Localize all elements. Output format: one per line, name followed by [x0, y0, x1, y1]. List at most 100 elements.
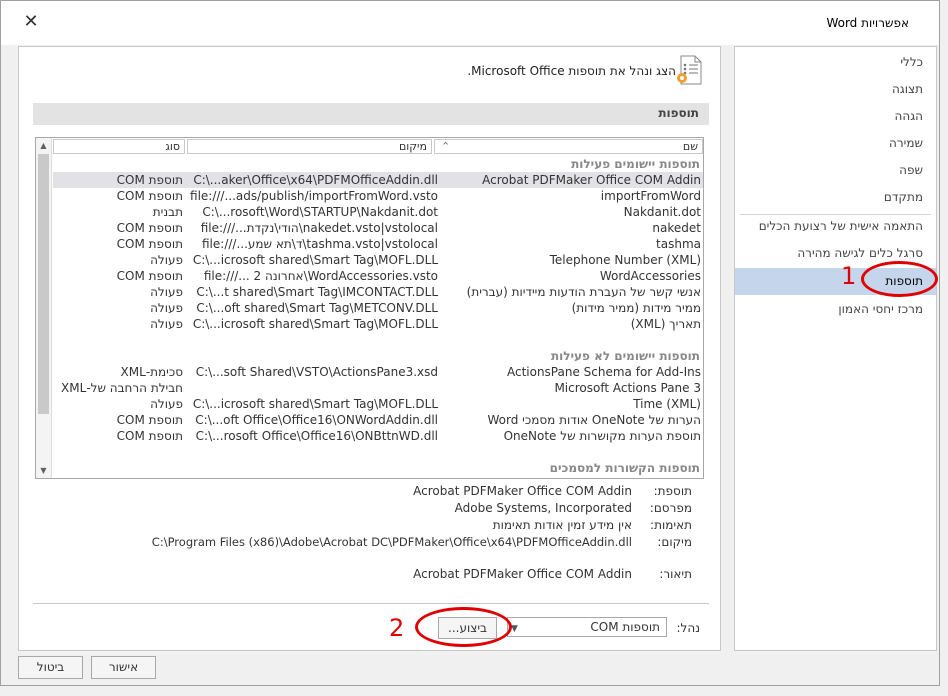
manage-selected-value: תוספות COM	[590, 620, 660, 634]
close-icon[interactable]: ✕	[21, 12, 41, 32]
row-location: C:\...icrosoft shared\Smart Tag\MOFL.DLL	[192, 253, 438, 267]
manage-label: נהל:	[676, 621, 700, 635]
nav-item-proofing[interactable]: הגהה	[735, 103, 936, 130]
annotation-ellipse-1	[861, 261, 938, 297]
table-row[interactable]: Microsoft Actions Pane 3 חבילת הרחבה של-…	[53, 380, 703, 396]
table-row[interactable]: Time (XML) C:\...icrosoft shared\Smart T…	[53, 396, 703, 412]
row-type: תוספת COM	[116, 269, 183, 283]
row-name: ממיר מידות (ממיר מידות)	[571, 301, 701, 315]
row-location: file:///... 2 אחרונה\WordAccessories.vst…	[203, 269, 438, 283]
row-location: file:///...הודי\נקדת\nakedet.vsto|vstolo…	[200, 221, 438, 235]
table-row[interactable]: Nakdanit.dot C:\...rosoft\Word\STARTUP\N…	[53, 204, 703, 220]
row-type: פעולה	[150, 253, 183, 267]
column-header-location[interactable]: מיקום	[187, 139, 432, 154]
table-row[interactable]: WordAccessories file:///... 2 אחרונה\Wor…	[53, 268, 703, 284]
row-name: Time (XML)	[633, 397, 701, 411]
row-location: C:\...rosoft Office\Office16\ONBttnWD.dl…	[195, 429, 438, 443]
table-row[interactable]: ActionsPane Schema for Add-Ins C:\...sof…	[53, 364, 703, 380]
nav-item-trust-center[interactable]: מרכז יחסי האמון	[735, 296, 936, 323]
column-header-type[interactable]: סוג	[53, 139, 185, 154]
detail-compat-label: תאימות:	[650, 518, 692, 532]
detail-desc-label: תיאור:	[659, 567, 692, 581]
annotation-number-2: 2	[389, 614, 405, 642]
detail-location-value: C:\Program Files (x86)\Adobe\Acrobat DC\…	[151, 535, 632, 549]
row-location: C:\...aker\Office\x64\PDFMOfficeAddin.dl…	[193, 173, 438, 187]
row-location: C:\...oft Office\Office16\ONWordAddin.dl…	[195, 413, 438, 427]
nav-item-customize-ribbon[interactable]: התאמה אישית של רצועת הכלים	[735, 213, 936, 240]
row-name: Nakdanit.dot	[623, 205, 701, 219]
row-type: תוספת COM	[116, 173, 183, 187]
row-type: חבילת הרחבה של-XML	[61, 381, 183, 395]
dialog-title: אפשרויות Word	[826, 16, 909, 30]
nav-item-language[interactable]: שפה	[735, 157, 936, 184]
row-name: תוספת הערות מקושרות של OneNote	[503, 429, 701, 443]
background-strip-right	[940, 0, 948, 696]
row-type: תוספת COM	[116, 189, 183, 203]
table-row[interactable]: nakedet file:///...הודי\נקדת\nakedet.vst…	[53, 220, 703, 236]
detail-location-label: מיקום:	[657, 535, 692, 549]
nav-item-display[interactable]: תצוגה	[735, 76, 936, 103]
title-bar: ✕ אפשרויות Word	[1, 1, 939, 45]
table-row[interactable]: tashma file:///...ד\תא שמע\tashma.vsto|v…	[53, 236, 703, 252]
scroll-up-icon[interactable]: ▲	[37, 139, 50, 152]
group-header-inactive: תוספות יישומים לא פעילות	[550, 349, 700, 363]
table-row[interactable]: אנשי קשר של העברת הודעות מיידיות (עברית)…	[53, 284, 703, 300]
manage-dropdown[interactable]: תוספות COM ▼	[507, 617, 667, 637]
row-name: אנשי קשר של העברת הודעות מיידיות (עברית)	[466, 285, 701, 299]
addins-header-text: הצג ונהל את תוספות Microsoft Office.	[467, 64, 676, 78]
row-name: Acrobat PDFMaker Office COM Addin	[482, 173, 701, 187]
row-name: WordAccessories	[599, 269, 701, 283]
row-type: תוספת COM	[116, 221, 183, 235]
sort-ascending-icon: ⌃	[441, 140, 451, 153]
word-options-dialog: ✕ אפשרויות Word כללי תצוגה הגהה שמירה שפ…	[0, 0, 940, 686]
detail-addin-value: Acrobat PDFMaker Office COM Addin	[413, 484, 632, 498]
row-location	[188, 380, 438, 396]
column-name-label: שם	[682, 140, 698, 153]
group-header-active: תוספות יישומים פעילות	[571, 157, 700, 171]
annotation-ellipse-2	[415, 607, 512, 647]
annotation-number-1: 1	[841, 262, 857, 290]
table-row[interactable]: Acrobat PDFMaker Office COM Addin C:\...…	[53, 172, 703, 188]
row-name: nakedet	[652, 221, 701, 235]
section-title: תוספות	[658, 106, 699, 120]
addins-pane: הצג ונהל את תוספות Microsoft Office. תוס…	[18, 46, 721, 651]
table-row[interactable]: תאריך (XML) C:\...icrosoft shared\Smart …	[53, 316, 703, 332]
scroll-thumb[interactable]	[38, 154, 49, 414]
cancel-button[interactable]: ביטול	[18, 656, 83, 679]
background-strip-bottom	[0, 686, 948, 696]
row-name: הערות של OneNote אודות מסמכי Word	[487, 413, 701, 427]
row-type: תוספת COM	[116, 237, 183, 251]
options-nav: כללי תצוגה הגהה שמירה שפה מתקדם התאמה אי…	[734, 46, 937, 651]
row-location: file:///...ד\תא שמע\tashma.vsto|vstoloca…	[202, 237, 438, 251]
nav-item-save[interactable]: שמירה	[735, 130, 936, 157]
detail-compat-value: אין מידע זמין אודות תאימות	[492, 518, 632, 532]
row-name: importFromWord	[600, 189, 701, 203]
row-location: C:\...icrosoft shared\Smart Tag\MOFL.DLL	[192, 397, 438, 411]
addins-list[interactable]: ▲ ▼ שם ⌃ מיקום סוג תוספות יישומים פעילות…	[35, 137, 704, 479]
column-header-name[interactable]: שם ⌃	[434, 139, 703, 154]
ok-button[interactable]: אישור	[91, 656, 156, 679]
detail-publisher-value: Adobe Systems, Incorporated	[454, 501, 632, 515]
row-type: פעולה	[150, 317, 183, 331]
row-type: תבנית	[152, 205, 183, 219]
row-location: C:\...t shared\Smart Tag\IMCONTACT.DLL	[196, 285, 438, 299]
row-type: פעולה	[150, 285, 183, 299]
table-row[interactable]: תוספת הערות מקושרות של OneNote C:\...ros…	[53, 428, 703, 444]
row-location: C:\...soft Shared\VSTO\ActionsPane3.xsd	[195, 365, 438, 379]
table-row[interactable]: הערות של OneNote אודות מסמכי Word C:\...…	[53, 412, 703, 428]
scroll-down-icon[interactable]: ▼	[37, 464, 50, 477]
row-type: פעולה	[150, 397, 183, 411]
table-row[interactable]: importFromWord file:///...ads/publish/im…	[53, 188, 703, 204]
table-row[interactable]: ממיר מידות (ממיר מידות) C:\...oft shared…	[53, 300, 703, 316]
detail-publisher-label: מפרסם:	[649, 501, 692, 515]
row-name: ActionsPane Schema for Add-Ins	[506, 365, 701, 379]
row-location: file:///...ads/publish/importFromWord.vs…	[190, 189, 438, 203]
nav-item-general[interactable]: כללי	[735, 49, 936, 76]
nav-item-advanced[interactable]: מתקדם	[735, 184, 936, 211]
chevron-down-icon: ▼	[511, 624, 518, 634]
row-type: פעולה	[150, 301, 183, 315]
list-scrollbar[interactable]: ▲ ▼	[36, 138, 52, 478]
row-name: תאריך (XML)	[630, 317, 701, 331]
addins-gear-icon	[677, 55, 702, 85]
table-row[interactable]: Telephone Number (XML) C:\...icrosoft sh…	[53, 252, 703, 268]
